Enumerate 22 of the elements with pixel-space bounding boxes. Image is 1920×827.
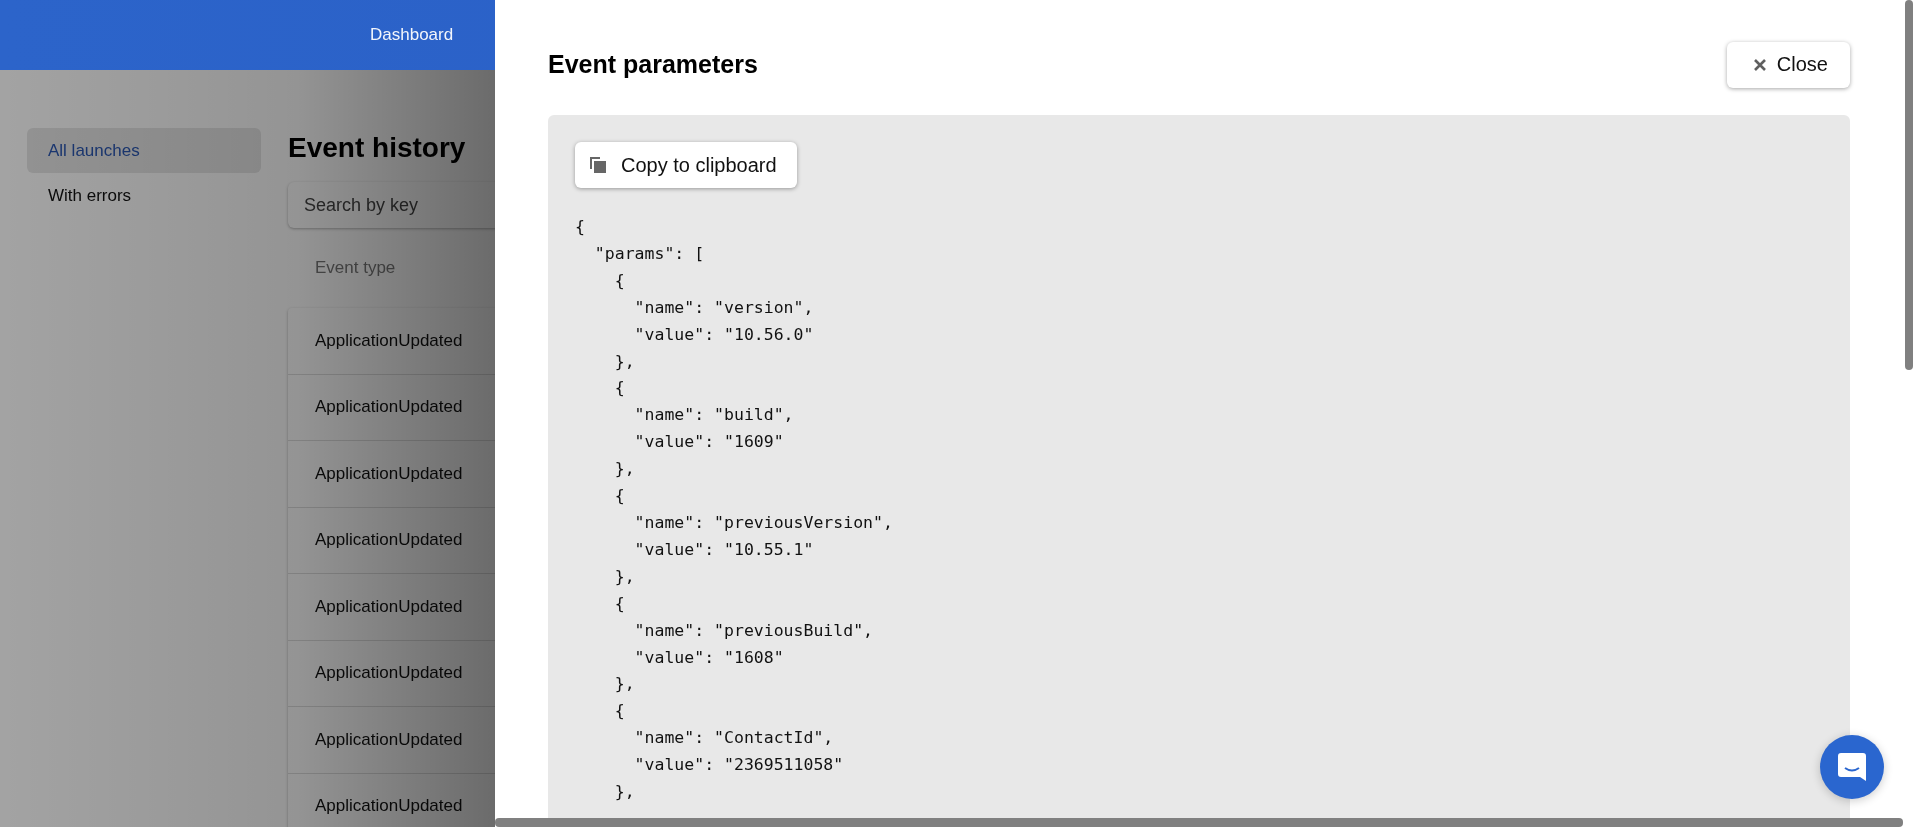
sidebar-item[interactable]: All launches bbox=[27, 128, 261, 173]
scrollbar[interactable] bbox=[1905, 0, 1913, 370]
copy-button[interactable]: Copy to clipboard bbox=[575, 142, 797, 188]
table-cell: ApplicationUpdated bbox=[315, 796, 463, 817]
chat-icon bbox=[1837, 751, 1867, 783]
table-cell: ApplicationUpdated bbox=[315, 530, 463, 551]
table-cell: ApplicationUpdated bbox=[315, 463, 463, 484]
drawer-title: Event parameters bbox=[548, 50, 758, 79]
close-icon bbox=[1752, 57, 1767, 72]
table-cell: ApplicationUpdated bbox=[315, 663, 463, 684]
copy-icon bbox=[589, 156, 607, 174]
column-header: Event type bbox=[315, 258, 396, 278]
table-cell: ApplicationUpdated bbox=[315, 330, 463, 351]
nav-link[interactable]: Dashboard bbox=[370, 25, 454, 45]
sidebar-item[interactable]: With errors bbox=[27, 173, 261, 218]
table-cell: ApplicationUpdated bbox=[315, 729, 463, 750]
json-code: { "params": [ { "name": "version", "value": "10.56.0" }, { "name": "build", "value": "1609" }, { "name": "previousVersion", "value": "10.55.1" }, { "name": "previousBuild", "value": "1608" }, { "name": "ContactId", "value": "2369511058" }, bbox=[575, 216, 893, 804]
page-title: Event history bbox=[288, 132, 466, 165]
scrollbar[interactable] bbox=[495, 818, 1903, 827]
close-button[interactable]: Close bbox=[1726, 41, 1850, 88]
table-cell: ApplicationUpdated bbox=[315, 596, 463, 617]
table-cell: ApplicationUpdated bbox=[315, 397, 463, 418]
